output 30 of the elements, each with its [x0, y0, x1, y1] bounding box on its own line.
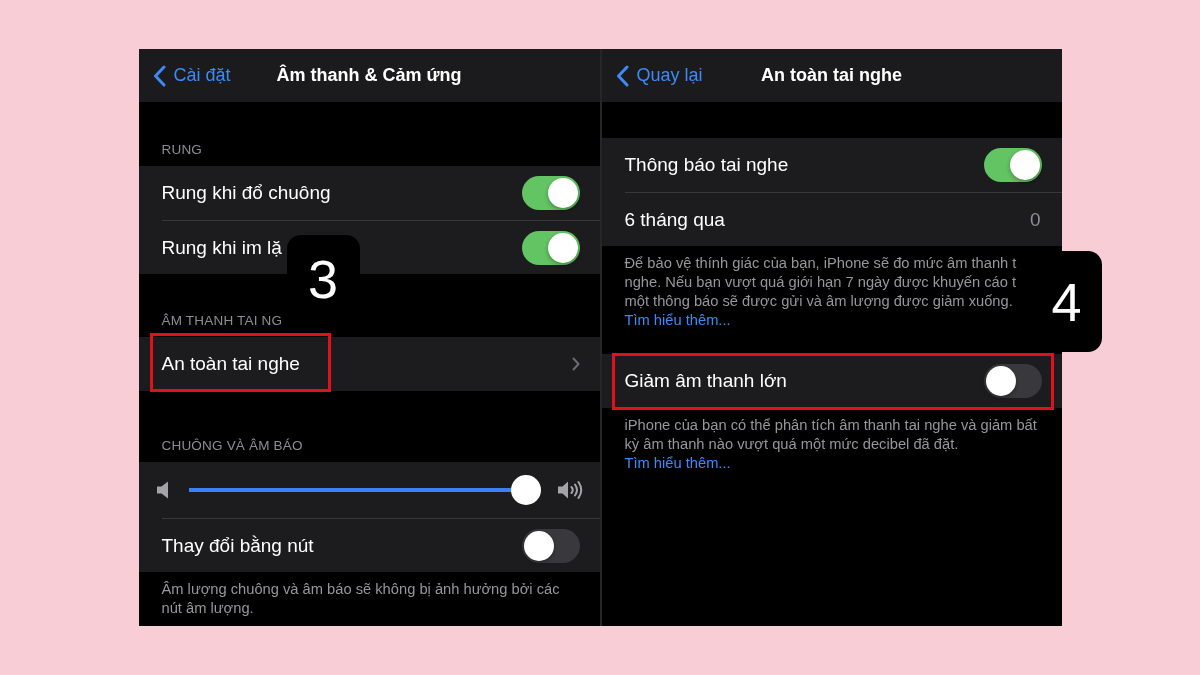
learn-more-link[interactable]: Tìm hiểu thêm...	[624, 455, 731, 471]
footer-note: iPhone của bạn có thể phân tích âm thanh tai nghe và giảm bất kỳ âm thanh nào vượt quá một mức decibel đã đặt. Tìm hiểu thêm...	[623, 416, 1038, 473]
toggle-switch[interactable]	[521, 230, 580, 265]
toggle-switch[interactable]	[983, 364, 1042, 398]
screen-title: An toàn tai nghe	[761, 65, 902, 86]
section-header: ÂM THANH TAI NG	[160, 312, 284, 330]
setting-label: Rung khi im lặ	[161, 236, 283, 259]
chevron-left-icon	[615, 64, 629, 87]
setting-label: 6 tháng qua	[624, 208, 726, 231]
setting-value: 0	[1029, 208, 1041, 231]
back-button[interactable]: Quay lại	[615, 64, 703, 87]
chevron-left-icon	[152, 64, 166, 87]
section-header: CHUÔNG VÀ ÂM BÁO	[160, 437, 304, 455]
screen-title: Âm thanh & Cảm ứng	[276, 65, 462, 86]
learn-more-link[interactable]: Tìm hiểu thêm...	[624, 312, 731, 328]
speaker-high-icon	[557, 480, 584, 500]
toggle-switch[interactable]	[521, 176, 580, 210]
footer-note: Âm lượng chuông và âm báo sẽ không bị ảnh hưởng bởi các nút âm lượng.	[160, 580, 561, 618]
settings-list-item[interactable]: An toàn tai nghe	[138, 337, 600, 391]
section-header: RUNG	[160, 141, 204, 159]
setting-label: Giảm âm thanh lớn	[624, 370, 788, 392]
speaker-low-icon	[156, 481, 168, 499]
setting-label: Thông báo tai nghe	[624, 154, 790, 176]
toggle-switch[interactable]	[521, 528, 580, 563]
setting-label: Rung khi đổ chuông	[161, 182, 332, 204]
toggle-switch[interactable]	[983, 148, 1042, 182]
setting-label: Thay đổi bằng nút	[161, 534, 315, 557]
chevron-right-icon	[571, 357, 580, 371]
slider-thumb[interactable]	[510, 475, 541, 505]
back-button[interactable]: Cài đặt	[152, 64, 231, 87]
